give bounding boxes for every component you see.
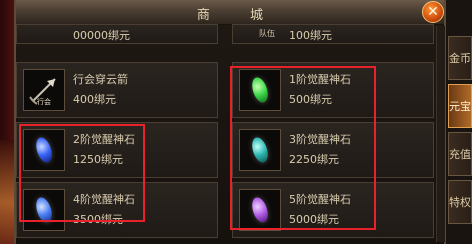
- item-name: 3阶觉醒神石: [289, 133, 351, 146]
- shop-item-awaken-stone-2[interactable]: 2阶觉醒神石 1250绑元: [16, 122, 218, 178]
- blue-gem-icon: [23, 189, 65, 231]
- item-price: 100绑元: [289, 29, 332, 42]
- item-name: 2阶觉醒神石: [73, 133, 135, 146]
- close-button[interactable]: ✕: [420, 0, 446, 24]
- item-tag: 行会: [37, 98, 51, 106]
- tab-label: 充值: [449, 147, 471, 161]
- item-price: 2250绑元: [289, 153, 339, 166]
- item-price: 1250绑元: [73, 153, 123, 166]
- shop-item-partial-left[interactable]: 00000绑元: [16, 24, 218, 44]
- tab-label: 金币: [449, 51, 471, 65]
- blue-gem-icon: [23, 129, 65, 171]
- teal-gem-icon: [239, 129, 281, 171]
- tab-yuanbao[interactable]: 元宝: [448, 84, 472, 128]
- shop-item-awaken-stone-5[interactable]: 5阶觉醒神石 5000绑元: [232, 182, 434, 238]
- close-icon: ✕: [422, 1, 444, 23]
- tab-privilege[interactable]: 特权: [448, 180, 472, 224]
- shop-item-guild-arrow[interactable]: 行会 行会穿云箭 400绑元: [16, 62, 218, 118]
- item-price: 500绑元: [289, 93, 332, 106]
- tab-label: 元宝: [449, 99, 471, 113]
- shop-item-awaken-stone-3[interactable]: 3阶觉醒神石 2250绑元: [232, 122, 434, 178]
- item-name: 行会穿云箭: [73, 73, 128, 86]
- shop-item-partial-right[interactable]: 队伍 100绑元: [232, 24, 434, 44]
- item-name: 5阶觉醒神石: [289, 193, 351, 206]
- scrollbar[interactable]: [436, 26, 445, 242]
- shop-item-awaken-stone-1[interactable]: 1阶觉醒神石 500绑元: [232, 62, 434, 118]
- item-price: 3500绑元: [73, 213, 123, 226]
- tab-recharge[interactable]: 充值: [448, 132, 472, 176]
- item-name: 1阶觉醒神石: [289, 73, 351, 86]
- background-character: [0, 140, 14, 244]
- green-gem-icon: [239, 69, 281, 111]
- guild-arrow-icon: 行会: [23, 69, 65, 111]
- shop-window: 商 城 ✕ 00000绑元 队伍 100绑元 行会 行会穿云箭 400绑元 1阶…: [14, 0, 446, 244]
- window-title: 商 城: [196, 8, 282, 23]
- purple-gem-icon: [239, 189, 281, 231]
- item-price: 400绑元: [73, 93, 116, 106]
- item-price: 00000绑元: [73, 29, 130, 42]
- tab-gold[interactable]: 金币: [448, 36, 472, 80]
- item-price: 5000绑元: [289, 213, 339, 226]
- item-name: 4阶觉醒神石: [73, 193, 135, 206]
- title-bar[interactable]: 商 城: [16, 0, 444, 25]
- tab-label: 特权: [449, 195, 471, 209]
- shop-item-awaken-stone-4[interactable]: 4阶觉醒神石 3500绑元: [16, 182, 218, 238]
- item-tag: 队伍: [259, 29, 275, 38]
